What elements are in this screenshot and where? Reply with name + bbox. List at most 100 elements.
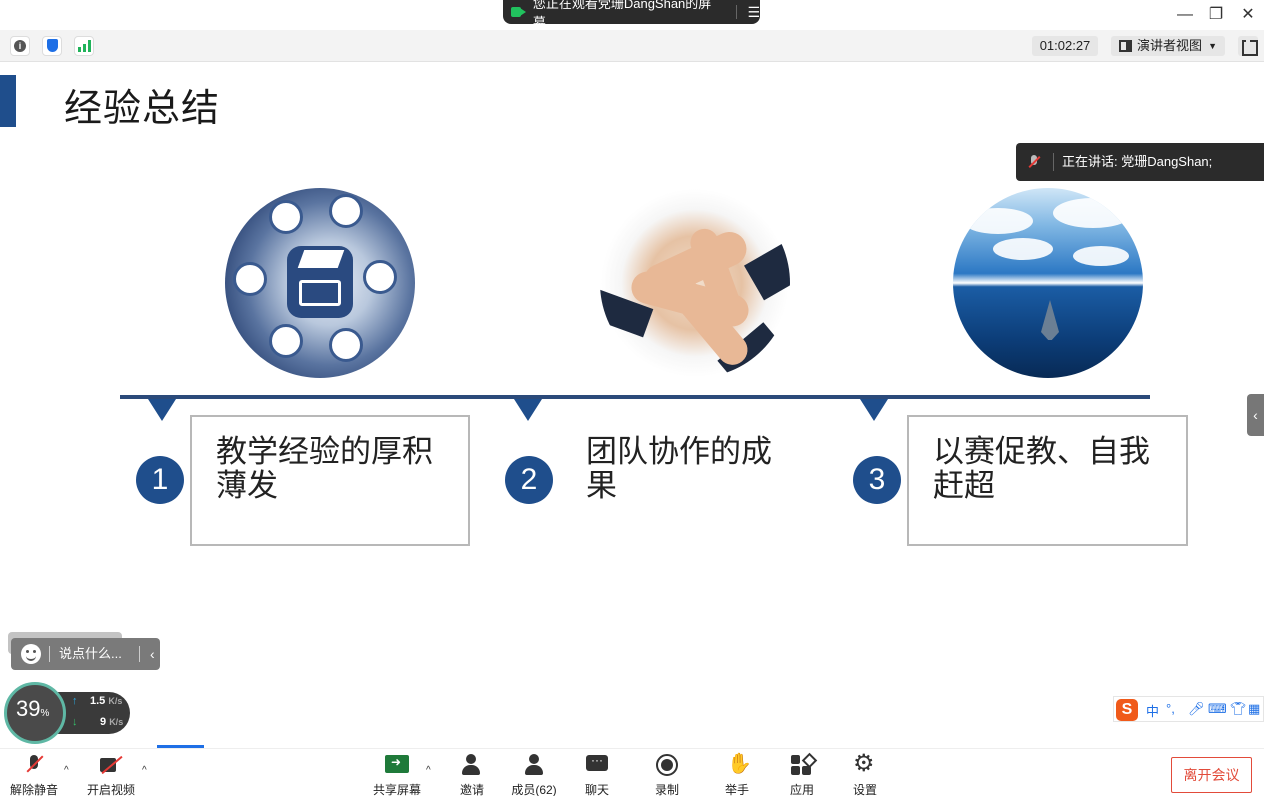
settings-button[interactable]: 设置 [850, 751, 880, 796]
network-status-button[interactable] [74, 36, 94, 56]
meeting-timer: 01:02:27 [1032, 36, 1098, 56]
muted-mic-icon [1028, 155, 1040, 169]
hand-icon [725, 753, 752, 777]
apps-label: 应用 [789, 783, 814, 796]
video-options-caret[interactable]: ^ [142, 765, 147, 776]
members-icon [522, 753, 546, 777]
invite-button[interactable]: 邀请 [456, 753, 488, 796]
chat-placeholder[interactable]: 说点什么... [59, 638, 122, 670]
timeline-marker [860, 399, 888, 421]
chat-divider [49, 646, 50, 662]
record-icon [655, 753, 679, 777]
start-video-button[interactable]: 开启视频 [86, 753, 136, 796]
invite-label: 邀请 [459, 783, 484, 796]
upload-arrow-icon: ↑ [72, 695, 78, 707]
share-screen-button[interactable]: 共享屏幕 [372, 753, 422, 796]
cpu-usage-value: 39% [16, 696, 50, 721]
title-bar: 您正在观看党珊DangShan的屏幕 ☰ — ❐ ✕ [0, 0, 1264, 30]
step-card: 以赛促教、自我赶超 [907, 415, 1188, 546]
signal-bar-icon [83, 44, 86, 52]
apps-button[interactable]: 应用 [787, 753, 817, 796]
emoji-icon[interactable] [21, 644, 41, 664]
quick-chat-input[interactable]: 说点什么... ‹ [11, 638, 160, 670]
close-button[interactable]: ✕ [1237, 4, 1259, 26]
download-speed: 9 K/s [100, 716, 124, 728]
keyboard-icon[interactable]: ⌨︎ [1208, 701, 1227, 717]
restore-button[interactable]: ❐ [1205, 4, 1227, 26]
record-label: 录制 [654, 783, 679, 796]
unmute-button[interactable]: 解除静音 [10, 753, 58, 796]
shared-slide: 经验总结 1 教学经验的厚积薄发 2 团队协作的成果 3 以赛促教、自我赶超 正… [0, 63, 1264, 745]
active-speaker-indicator: 正在讲话: 党珊DangShan; [1016, 143, 1264, 181]
share-options-caret[interactable]: ^ [426, 765, 431, 776]
gear-icon [853, 751, 877, 777]
chevron-left-icon[interactable]: ‹ [150, 638, 155, 670]
step-text: 以赛促教、自我赶超 [933, 434, 1150, 503]
performance-widget[interactable]: 39% ↑ 1.5 K/s ↓ 9 K/s [4, 682, 130, 744]
robot-arm-icon [269, 324, 303, 358]
video-off-icon [99, 753, 123, 777]
fullscreen-button[interactable] [1238, 36, 1258, 56]
view-mode-dropdown[interactable]: 演讲者视图 ▼ [1111, 36, 1225, 56]
leave-meeting-button[interactable]: 离开会议 [1171, 757, 1252, 793]
chat-icon [585, 753, 609, 777]
teamwork-hands-image [600, 188, 790, 378]
chat-button[interactable]: 聊天 [582, 753, 612, 796]
side-panel-toggle[interactable]: ‹ [1247, 394, 1264, 436]
video-camera-icon [511, 6, 527, 18]
brain-icon [269, 200, 303, 234]
minimize-button[interactable]: — [1174, 4, 1196, 26]
info-icon: i [14, 40, 26, 52]
step-card: 教学经验的厚积薄发 [190, 415, 470, 546]
record-button[interactable]: 录制 [652, 753, 682, 796]
share-screen-label: 共享屏幕 [372, 783, 421, 796]
shield-icon [47, 39, 58, 52]
toolbox-icon[interactable]: ▦ [1248, 701, 1260, 717]
upload-speed: 1.5 K/s [90, 695, 123, 707]
ime-language[interactable]: 中 [1146, 701, 1159, 720]
skin-icon[interactable]: 👕︎ [1230, 701, 1247, 717]
sogou-logo-icon[interactable]: S [1116, 699, 1138, 721]
timeline-marker [148, 399, 176, 421]
security-button[interactable] [42, 36, 62, 56]
banner-menu-icon[interactable]: ☰ [747, 5, 760, 19]
share-banner-text: 您正在观看党珊DangShan的屏幕 [532, 0, 712, 30]
meeting-window: 您正在观看党珊DangShan的屏幕 ☰ — ❐ ✕ i 01:02:27 演讲… [0, 0, 1264, 796]
book-icon [299, 280, 341, 306]
education-icons-image [225, 188, 415, 378]
cloud-shape [963, 208, 1033, 234]
org-chart-icon [363, 260, 397, 294]
chat-divider [139, 646, 140, 662]
raise-hand-label: 举手 [724, 783, 749, 796]
chevron-down-icon: ▼ [1208, 41, 1217, 51]
raise-hand-button[interactable]: 举手 [722, 753, 752, 796]
step-card: 团队协作的成果 [560, 415, 800, 546]
apps-icon [790, 753, 814, 777]
speaker-divider [1053, 153, 1054, 171]
sailing-ship-image [953, 188, 1143, 378]
view-mode-label: 演讲者视图 [1137, 38, 1203, 53]
factory-icon [329, 194, 363, 228]
title-accent-bar [0, 75, 16, 127]
suit-sleeve [744, 235, 790, 301]
step-number-badge: 1 [136, 456, 184, 504]
meeting-info-bar: i 01:02:27 演讲者视图 ▼ [0, 30, 1264, 62]
members-button[interactable]: 成员(62) [508, 753, 560, 796]
graduation-cap-icon [297, 250, 345, 268]
add-user-icon [460, 753, 484, 777]
slide-title: 经验总结 [64, 88, 221, 130]
voice-input-icon[interactable]: 🎤︎ [1188, 701, 1205, 717]
audio-options-caret[interactable]: ^ [64, 765, 69, 776]
signal-bar-icon [88, 40, 91, 52]
members-label: 成员(62) [511, 783, 557, 796]
magnet-icon [233, 262, 267, 296]
step-text: 团队协作的成果 [586, 434, 772, 503]
meeting-info-button[interactable]: i [10, 36, 30, 56]
input-method-toolbar[interactable]: S 中 °, 🎤︎ ⌨︎ 👕︎ ▦ [1113, 696, 1264, 722]
banner-divider [736, 5, 738, 19]
screen-share-banner[interactable]: 您正在观看党珊DangShan的屏幕 ☰ [503, 0, 760, 30]
ime-punctuation[interactable]: °, [1166, 701, 1175, 716]
share-screen-icon [385, 753, 409, 777]
step-text: 教学经验的厚积薄发 [216, 434, 433, 503]
timeline-marker [514, 399, 542, 421]
